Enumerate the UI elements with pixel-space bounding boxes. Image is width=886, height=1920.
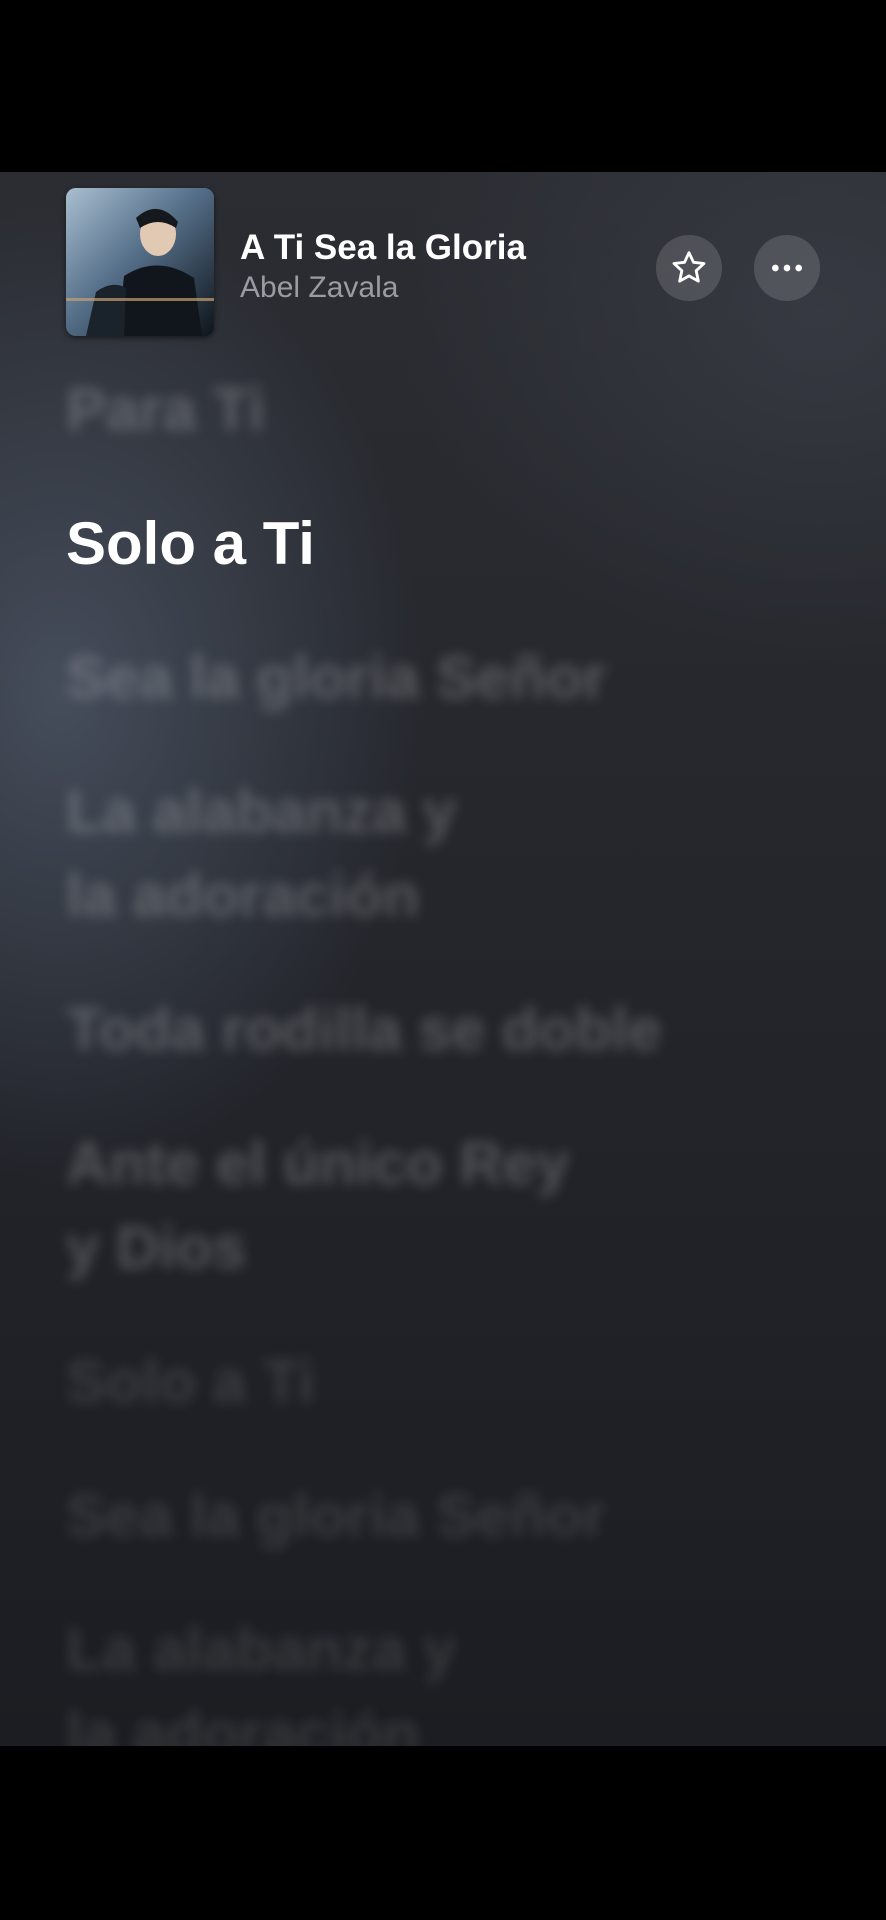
song-title: A Ti Sea la Gloria	[240, 228, 526, 267]
lyric-line[interactable]: La alabanza y	[66, 770, 456, 854]
lyric-line[interactable]: Sea la gloria Señor	[66, 1474, 606, 1558]
album-artwork[interactable]	[66, 188, 214, 336]
lyric-line[interactable]: la adoración	[66, 1692, 419, 1746]
lyric-line[interactable]: Ante el único Rey	[66, 1122, 569, 1206]
bottom-area	[0, 1746, 886, 1920]
more-button[interactable]	[754, 235, 820, 301]
lyrics-screen: Para Ti Solo a Ti Sea la gloria Señor La…	[0, 172, 886, 1746]
lyric-line[interactable]: Toda rodilla se doble	[66, 988, 662, 1072]
lyric-line[interactable]: Solo a Ti	[66, 1340, 315, 1424]
lyric-line[interactable]: la adoración	[66, 854, 419, 938]
album-artwork-image	[66, 188, 214, 336]
ellipsis-icon	[772, 264, 802, 272]
lyric-line-active[interactable]: Solo a Ti	[66, 502, 315, 586]
lyric-line[interactable]: La alabanza y	[66, 1608, 456, 1692]
lyric-line[interactable]: y Dios	[66, 1206, 246, 1290]
song-artist[interactable]: Abel Zavala	[240, 271, 398, 305]
star-outline-icon	[672, 251, 706, 283]
favorite-button[interactable]	[656, 235, 722, 301]
lyric-line[interactable]: Para Ti	[66, 368, 265, 452]
status-bar-area	[0, 0, 886, 172]
lyric-line[interactable]: Sea la gloria Señor	[66, 636, 606, 720]
